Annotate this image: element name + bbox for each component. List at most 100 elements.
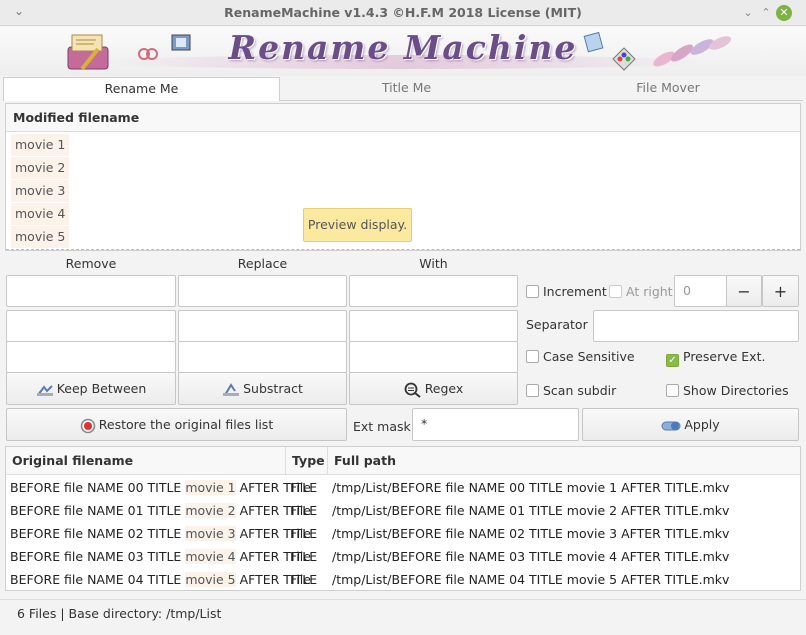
case-sensitive-checkbox[interactable]: Case Sensitive: [526, 349, 635, 364]
diamond-icon: [612, 47, 636, 71]
type-cell[interactable]: File: [290, 568, 311, 591]
column-header-original-filename[interactable]: Original filename: [6, 447, 286, 475]
remove-column-label: Remove: [65, 256, 117, 271]
keep-between-label: Keep Between: [56, 381, 147, 396]
with-field-3[interactable]: [349, 341, 518, 373]
minimize-icon[interactable]: ⌄: [740, 5, 756, 21]
original-filename-match: movie 2: [185, 503, 236, 518]
restore-label: Restore the original files list: [98, 417, 274, 432]
original-filename-prefix: BEFORE file NAME 01 TITLE: [10, 503, 186, 518]
original-filename-prefix: BEFORE file NAME 00 TITLE: [10, 480, 186, 495]
increment-checkbox-box[interactable]: [526, 285, 539, 298]
scan-subdir-checkbox[interactable]: Scan subdir: [526, 383, 616, 398]
preserve-ext-checkbox[interactable]: ✓ Preserve Ext.: [666, 349, 765, 367]
title-bar: ⌄ RenameMachine v1.4.3 ©H.F.M 2018 Licen…: [0, 0, 806, 26]
with-column-label: With: [419, 256, 448, 271]
replace-column-label: Replace: [237, 256, 288, 271]
replace-field-2[interactable]: [178, 310, 347, 342]
column-header-type[interactable]: Type: [286, 447, 328, 475]
original-filename-match: movie 4: [185, 549, 236, 564]
remove-field-1[interactable]: [6, 275, 176, 307]
table-row[interactable]: BEFORE file NAME 01 TITLE movie 2 AFTER …: [10, 499, 317, 522]
type-cell[interactable]: File: [290, 476, 311, 499]
at-right-checkbox[interactable]: At right: [609, 284, 673, 299]
show-directories-checkbox[interactable]: Show Directories: [666, 383, 789, 398]
original-filename-match: movie 3: [185, 526, 236, 541]
toggle-switch-icon: [661, 421, 681, 430]
list-item[interactable]: movie 1: [11, 134, 70, 156]
type-cell[interactable]: File: [290, 499, 311, 522]
original-filename-prefix: BEFORE file NAME 02 TITLE: [10, 526, 186, 541]
at-right-label: At right: [626, 284, 673, 299]
increment-checkbox[interactable]: Increment: [526, 284, 607, 299]
at-right-checkbox-box[interactable]: [609, 285, 622, 298]
decrement-button[interactable]: −: [726, 275, 762, 307]
preserve-ext-checkmark-icon[interactable]: ✓: [666, 354, 679, 367]
full-path-cell[interactable]: /tmp/List/BEFORE file NAME 03 TITLE movi…: [332, 545, 729, 568]
full-path-cell[interactable]: /tmp/List/BEFORE file NAME 01 TITLE movi…: [332, 499, 729, 522]
substract-button[interactable]: Substract: [178, 372, 347, 405]
feathers-icon: [653, 36, 732, 67]
regex-label: Regex: [424, 381, 464, 396]
keep-between-icon: [36, 384, 53, 396]
document-icon: [583, 31, 604, 53]
apply-button[interactable]: Apply: [582, 408, 799, 441]
scan-subdir-label: Scan subdir: [543, 383, 617, 398]
type-cell[interactable]: File: [290, 522, 311, 545]
table-row[interactable]: BEFORE file NAME 00 TITLE movie 1 AFTER …: [10, 476, 317, 499]
separator-label: Separator :: [526, 317, 596, 332]
window-title: RenameMachine v1.4.3 ©H.F.M 2018 License…: [224, 5, 582, 20]
full-path-cell[interactable]: /tmp/List/BEFORE file NAME 02 TITLE movi…: [332, 522, 729, 545]
table-row[interactable]: BEFORE file NAME 04 TITLE movie 5 AFTER …: [10, 568, 317, 591]
list-item[interactable]: movie 5: [11, 226, 70, 248]
keep-between-button[interactable]: Keep Between: [6, 372, 176, 405]
divider: [6, 249, 800, 250]
regex-magnifier-icon: [404, 382, 421, 398]
case-sensitive-checkbox-box[interactable]: [526, 350, 539, 363]
increment-button[interactable]: +: [762, 275, 799, 307]
column-header-full-path[interactable]: Full path: [328, 447, 800, 475]
table-row[interactable]: BEFORE file NAME 02 TITLE movie 3 AFTER …: [10, 522, 317, 545]
with-field-2[interactable]: [349, 310, 518, 342]
original-filename-match: movie 1: [185, 480, 236, 495]
replace-field-3[interactable]: [178, 341, 347, 373]
increment-label: Increment: [543, 284, 607, 299]
restore-icon: [80, 418, 95, 433]
tab-rename-me[interactable]: Rename Me: [3, 77, 280, 101]
original-files-table[interactable]: Original filename Type Full path BEFORE …: [5, 446, 801, 591]
ext-mask-field[interactable]: *: [412, 408, 579, 441]
apply-label: Apply: [684, 417, 720, 432]
regex-button[interactable]: Regex: [349, 372, 518, 405]
status-bar: 6 Files | Base directory: /tmp/List: [0, 599, 806, 635]
banner: Rename Machine: [0, 27, 806, 76]
tab-file-mover[interactable]: File Mover: [533, 77, 803, 101]
increment-value-field[interactable]: 0: [674, 275, 727, 307]
list-item[interactable]: movie 4: [11, 203, 70, 225]
list-item[interactable]: movie 2: [11, 157, 70, 179]
substract-label: Substract: [243, 381, 303, 396]
full-path-cell[interactable]: /tmp/List/BEFORE file NAME 04 TITLE movi…: [332, 568, 729, 591]
table-row[interactable]: BEFORE file NAME 03 TITLE movie 4 AFTER …: [10, 545, 317, 568]
show-directories-checkbox-box[interactable]: [666, 384, 679, 397]
original-filename-match: movie 5: [185, 572, 236, 587]
close-icon[interactable]: ✕: [776, 5, 792, 21]
tooltip: Preview display.: [303, 208, 412, 242]
original-filename-prefix: BEFORE file NAME 03 TITLE: [10, 549, 186, 564]
modified-filename-header[interactable]: Modified filename: [6, 104, 800, 132]
with-field-1[interactable]: [349, 275, 518, 307]
original-filename-prefix: BEFORE file NAME 04 TITLE: [10, 572, 186, 587]
preserve-ext-label: Preserve Ext.: [683, 349, 766, 364]
ext-mask-label: Ext mask :: [353, 419, 419, 434]
replace-field-1[interactable]: [178, 275, 347, 307]
remove-field-3[interactable]: [6, 341, 176, 373]
list-item[interactable]: movie 3: [11, 180, 70, 202]
remove-field-2[interactable]: [6, 310, 176, 342]
type-cell[interactable]: File: [290, 545, 311, 568]
scan-subdir-checkbox-box[interactable]: [526, 384, 539, 397]
tab-title-me[interactable]: Title Me: [280, 77, 533, 101]
maximize-icon[interactable]: ⌃: [758, 5, 774, 21]
separator-field[interactable]: [593, 310, 799, 342]
restore-original-list-button[interactable]: Restore the original files list: [6, 408, 347, 441]
show-directories-label: Show Directories: [683, 383, 789, 398]
full-path-cell[interactable]: /tmp/List/BEFORE file NAME 00 TITLE movi…: [332, 476, 729, 499]
